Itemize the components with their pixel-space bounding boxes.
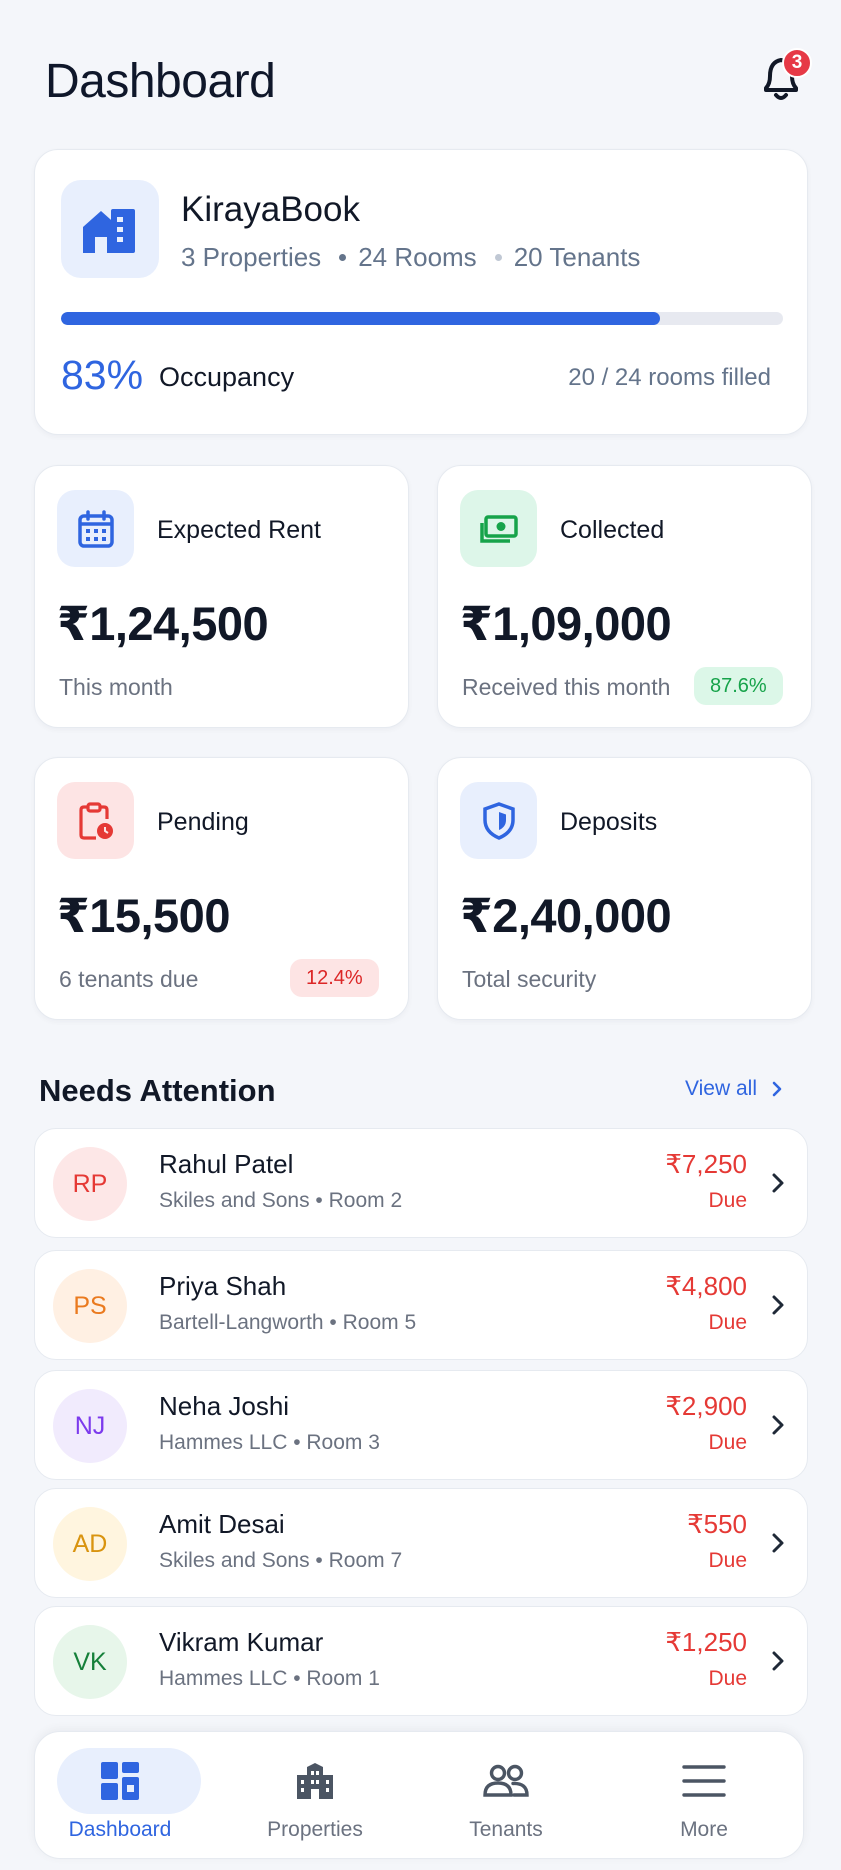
tenant-due-row[interactable]: VK Vikram Kumar Hammes LLC • Room 1 ₹1,2… — [34, 1606, 808, 1716]
rooms-count: 24 Rooms — [358, 242, 477, 272]
tenants-count: 20 Tenants — [513, 242, 641, 272]
nav-item-dashboard[interactable]: Dashboard — [35, 1748, 205, 1848]
tenant-location: Hammes LLC • Room 1 — [159, 1667, 380, 1690]
view-all-link[interactable]: View all — [685, 1077, 783, 1101]
chevron-right-icon[interactable] — [769, 1647, 787, 1675]
avatar: PS — [53, 1269, 127, 1343]
expected-rent-title: Expected Rent — [157, 516, 321, 544]
tenant-location: Skiles and Sons • Room 7 — [159, 1549, 403, 1572]
shield-icon — [460, 782, 537, 859]
deposits-card[interactable]: Deposits ₹2,40,000 Total security — [437, 757, 812, 1020]
pending-title: Pending — [157, 808, 249, 836]
tenant-due-row[interactable]: NJ Neha Joshi Hammes LLC • Room 3 ₹2,900… — [34, 1370, 808, 1480]
people-icon — [483, 1758, 529, 1804]
chevron-right-icon[interactable] — [769, 1169, 787, 1197]
collected-title: Collected — [560, 516, 665, 544]
tenant-name: Priya Shah — [159, 1271, 287, 1301]
due-status: Due — [708, 1311, 747, 1334]
property-stats: 3 Properties 24 Rooms 20 Tenants — [181, 242, 640, 273]
property-summary-card[interactable]: KirayaBook 3 Properties 24 Rooms 20 Tena… — [34, 149, 808, 435]
pending-card[interactable]: Pending ₹15,500 6 tenants due 12.4% — [34, 757, 409, 1020]
expected-rent-subtitle: This month — [59, 674, 173, 700]
due-amount: ₹7,250 — [665, 1149, 747, 1179]
collected-card[interactable]: Collected ₹1,09,000 Received this month … — [437, 465, 812, 728]
chevron-right-icon[interactable] — [769, 1291, 787, 1319]
view-all-label: View all — [685, 1077, 757, 1100]
tenant-name: Vikram Kumar — [159, 1627, 324, 1657]
deposits-title: Deposits — [560, 808, 658, 836]
pending-amount: ₹15,500 — [57, 889, 230, 942]
tenant-name: Rahul Patel — [159, 1149, 294, 1179]
app-name: KirayaBook — [181, 190, 360, 229]
nav-label: Dashboard — [68, 1818, 172, 1841]
nav-label: Properties — [267, 1818, 363, 1841]
due-status: Due — [708, 1431, 747, 1454]
house-icon — [61, 180, 159, 278]
nav-item-more[interactable]: More — [619, 1748, 789, 1848]
due-status: Due — [708, 1189, 747, 1212]
menu-icon — [681, 1758, 727, 1804]
nav-item-properties[interactable]: Properties — [230, 1748, 400, 1848]
due-amount: ₹4,800 — [665, 1271, 747, 1301]
tenant-location: Bartell-Langworth • Room 5 — [159, 1311, 417, 1334]
clipboard-clock-icon — [57, 782, 134, 859]
tenant-due-row[interactable]: AD Amit Desai Skiles and Sons • Room 7 ₹… — [34, 1488, 808, 1598]
separator-dot — [339, 254, 347, 261]
tenant-location: Skiles and Sons • Room 2 — [159, 1189, 403, 1212]
collected-percent-badge: 87.6% — [694, 667, 783, 705]
expected-rent-amount: ₹1,24,500 — [57, 597, 269, 650]
tenant-due-row[interactable]: RP Rahul Patel Skiles and Sons • Room 2 … — [34, 1128, 808, 1238]
bottom-navigation: Dashboard Properties Tenants More — [34, 1731, 804, 1859]
avatar: AD — [53, 1507, 127, 1581]
nav-label: More — [680, 1818, 728, 1841]
cash-icon — [460, 490, 537, 567]
pending-subtitle: 6 tenants due — [59, 966, 199, 992]
avatar: RP — [53, 1147, 127, 1221]
due-amount: ₹1,250 — [665, 1627, 747, 1657]
separator-dot — [494, 254, 502, 261]
chevron-right-icon — [772, 1081, 782, 1097]
avatar: VK — [53, 1625, 127, 1699]
due-status: Due — [708, 1549, 747, 1572]
expected-rent-card[interactable]: Expected Rent ₹1,24,500 This month — [34, 465, 409, 728]
tenant-name: Neha Joshi — [159, 1391, 290, 1421]
calendar-icon — [57, 490, 134, 567]
deposits-amount: ₹2,40,000 — [460, 889, 672, 942]
avatar: NJ — [53, 1389, 127, 1463]
page-title: Dashboard — [45, 55, 276, 108]
chevron-right-icon[interactable] — [769, 1529, 787, 1557]
section-title-needs-attention: Needs Attention — [39, 1073, 276, 1108]
rooms-filled: 20 / 24 rooms filled — [568, 364, 771, 391]
deposits-subtitle: Total security — [462, 966, 597, 992]
tenant-due-row[interactable]: PS Priya Shah Bartell-Langworth • Room 5… — [34, 1250, 808, 1360]
tenant-name: Amit Desai — [159, 1509, 285, 1539]
collected-amount: ₹1,09,000 — [460, 597, 672, 650]
due-status: Due — [708, 1667, 747, 1690]
due-amount: ₹2,900 — [665, 1391, 747, 1421]
chevron-right-icon[interactable] — [769, 1411, 787, 1439]
tenant-location: Hammes LLC • Room 3 — [159, 1431, 380, 1454]
header: Dashboard 3 — [0, 0, 841, 150]
collected-subtitle: Received this month — [462, 674, 671, 700]
occupancy-progress-fill — [61, 312, 661, 325]
building-icon — [292, 1758, 338, 1804]
dashboard-icon — [97, 1758, 143, 1804]
occupancy-progress-bar — [61, 312, 783, 325]
pending-percent-badge: 12.4% — [290, 959, 379, 997]
properties-count: 3 Properties — [181, 242, 322, 272]
nav-item-tenants[interactable]: Tenants — [421, 1748, 591, 1848]
occupancy-percent: 83% — [61, 352, 144, 398]
nav-label: Tenants — [469, 1818, 543, 1841]
occupancy-label: Occupancy — [159, 362, 295, 392]
notification-badge: 3 — [782, 48, 812, 78]
due-amount: ₹550 — [687, 1509, 747, 1539]
